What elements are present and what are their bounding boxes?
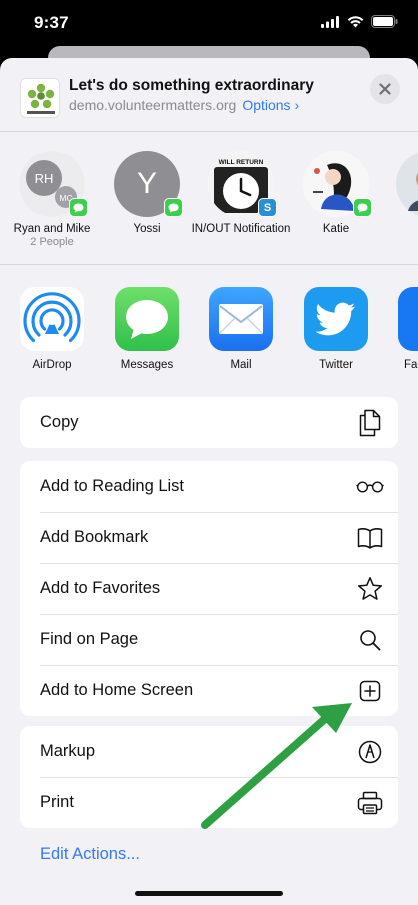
edit-actions-link[interactable]: Edit Actions... [40,845,140,864]
plus-square-icon [356,677,384,705]
close-icon [379,83,391,95]
contacts-divider [0,264,418,265]
contact-in-out-notification[interactable]: WILL RETURN S IN/OUT Notification [191,151,291,236]
action-find-on-page[interactable]: Find on Page [20,614,398,665]
avatar-initial: Y [136,167,157,200]
airdrop-icon [20,287,84,351]
contact-name: IN/OUT Notification [191,223,291,235]
contact-avatar [303,151,372,217]
action-add-to-home-screen[interactable]: Add to Home Screen [20,665,398,716]
page-subtitle: demo.volunteermatters.org Options › [69,97,299,113]
book-icon [356,524,384,552]
header-divider [0,131,418,132]
status-time: 9:37 [34,13,69,32]
signal-icon [321,15,339,28]
app-label: Twitter [319,359,353,371]
battery-icon [371,15,398,28]
wifi-icon [347,15,364,27]
action-label: Find on Page [40,630,139,648]
app-airdrop[interactable]: AirDrop [7,287,97,371]
action-add-bookmark[interactable]: Add Bookmark [20,512,398,563]
markup-icon [356,738,384,766]
star-icon [356,575,384,603]
options-link[interactable]: Options › [242,97,299,113]
page-domain: demo.volunteermatters.org [69,97,237,113]
app-twitter[interactable]: Twitter [291,287,381,371]
volunteermatters-logo-icon [27,83,55,114]
app-label: Mail [230,359,252,371]
twitter-icon [304,287,368,351]
printer-icon [356,789,384,817]
contact-avatar: WILL RETURN S [208,151,277,217]
action-copy[interactable]: Copy [20,397,398,448]
action-label: Print [40,793,74,811]
facebook-icon [398,287,418,351]
share-sheet: Let's do something extraordinary demo.vo… [0,58,418,905]
person-photo-icon [396,152,418,216]
action-label: Add to Favorites [40,579,161,597]
action-label: Add to Reading List [40,477,185,495]
contact-avatar: Y [114,151,183,217]
copy-icon [356,409,384,437]
contact-katie[interactable]: Katie [286,151,386,236]
contact-ryan-and-mike[interactable]: RH MC Ryan and Mike 2 People [2,151,102,249]
messages-badge-icon [353,198,372,217]
group-avatar: RH MC [19,151,88,217]
status-bar: 9:37 [0,0,418,46]
contact-name: Yossi [133,223,161,235]
messages-badge-icon [69,198,88,217]
action-print[interactable]: Print [20,777,398,828]
share-header: Let's do something extraordinary demo.vo… [0,58,418,131]
photo-caption: WILL RETURN [218,159,264,166]
status-icons [321,15,398,28]
action-add-to-reading-list[interactable]: Add to Reading List [20,461,398,512]
action-label: Add to Home Screen [40,681,194,699]
app-facebook[interactable]: Fac [386,287,418,371]
action-group-page: Add to Reading List Add Bookmark Add to … [20,461,398,716]
app-mail[interactable]: Mail [196,287,286,371]
skype-badge-icon: S [258,198,277,217]
action-group-document: Markup Print [20,726,398,828]
page-title: Let's do something extraordinary [69,77,314,94]
messages-icon [115,287,179,351]
app-messages[interactable]: Messages [102,287,192,371]
search-icon [356,626,384,654]
app-label: AirDrop [32,359,72,371]
action-label: Copy [40,413,79,431]
contact-name: Katie [322,223,350,235]
contact-subtitle: 2 People [30,236,74,248]
action-group-copy: Copy [20,397,398,448]
mail-icon [209,287,273,351]
action-label: Markup [40,742,96,760]
glasses-icon [356,473,384,501]
contact-name: Ryan and Mike [13,223,91,235]
action-add-to-favorites[interactable]: Add to Favorites [20,563,398,614]
screen: 9:37 Let's do something extraordinary de… [0,0,418,905]
close-button[interactable] [370,74,400,104]
home-indicator [135,891,283,896]
messages-badge-icon [164,198,183,217]
app-label: Fac [404,359,418,371]
contact-yossi[interactable]: Y Yossi [97,151,197,236]
contact-avatar [396,151,418,217]
svg-text:RH: RH [35,171,54,186]
contact-partial[interactable]: F [380,151,418,236]
app-label: Messages [120,359,174,371]
site-icon [20,78,60,118]
action-label: Add Bookmark [40,528,149,546]
action-markup[interactable]: Markup [20,726,398,777]
